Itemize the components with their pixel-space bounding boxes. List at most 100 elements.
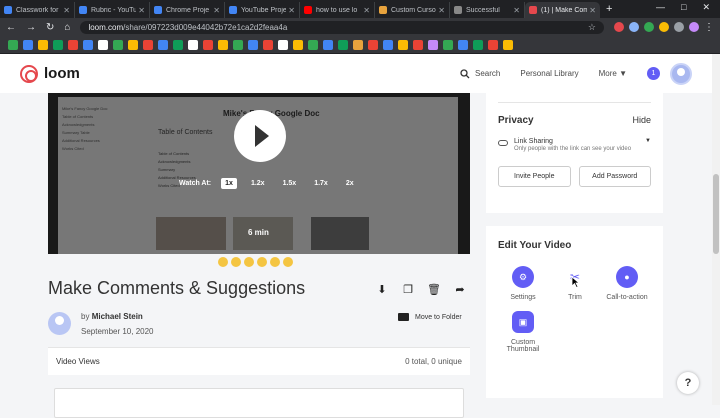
invite-people-button[interactable]: Invite People bbox=[498, 166, 571, 187]
speed-option[interactable]: 1x bbox=[221, 178, 237, 189]
bookmark-icon[interactable] bbox=[278, 39, 288, 50]
custom-thumbnail-tool[interactable]: ▣ Custom Thumbnail bbox=[498, 311, 548, 353]
bookmark-icon[interactable] bbox=[248, 39, 258, 50]
bookmark-icon[interactable] bbox=[473, 39, 483, 50]
browser-tab[interactable]: how to use lo ✕ bbox=[300, 2, 375, 18]
close-tab-icon[interactable]: ✕ bbox=[213, 6, 220, 15]
close-tab-icon[interactable]: ✕ bbox=[438, 6, 445, 15]
menu-dots-icon[interactable]: ⋮ bbox=[704, 22, 714, 33]
page-scrollbar[interactable] bbox=[712, 54, 720, 405]
bookmark-icon[interactable] bbox=[218, 39, 228, 50]
bookmark-icon[interactable] bbox=[188, 39, 198, 50]
comment-box[interactable] bbox=[54, 388, 464, 418]
thumbs-up-emoji-icon[interactable] bbox=[270, 257, 280, 267]
laugh-emoji-icon[interactable] bbox=[218, 257, 228, 267]
thumbs-down-emoji-icon[interactable] bbox=[283, 257, 293, 267]
copy-icon[interactable]: ❐ bbox=[400, 281, 416, 297]
scrollbar-thumb[interactable] bbox=[713, 174, 719, 254]
help-button[interactable]: ? bbox=[677, 372, 699, 394]
browser-tab[interactable]: Classwork for ✕ bbox=[0, 2, 75, 18]
trash-icon[interactable]: 🗑 bbox=[426, 281, 442, 297]
bookmark-icon[interactable] bbox=[68, 39, 78, 50]
bookmark-icon[interactable] bbox=[143, 39, 153, 50]
extension-icon[interactable] bbox=[674, 22, 684, 32]
close-tab-icon[interactable]: ✕ bbox=[138, 6, 145, 15]
bookmark-icon[interactable] bbox=[488, 39, 498, 50]
more-menu[interactable]: More ▼ bbox=[599, 69, 627, 78]
close-window-icon[interactable]: ✕ bbox=[702, 2, 710, 13]
extension-icon[interactable] bbox=[644, 22, 654, 32]
author-name[interactable]: Michael Stein bbox=[92, 312, 143, 321]
bookmark-icon[interactable] bbox=[98, 39, 108, 50]
bookmark-icon[interactable] bbox=[428, 39, 438, 50]
settings-tool[interactable]: ⚙ Settings bbox=[498, 266, 548, 301]
browser-tab[interactable]: (1) | Make Com ✕ bbox=[525, 2, 600, 18]
bookmark-icon[interactable] bbox=[443, 39, 453, 50]
link-sharing-select[interactable]: Link Sharing Only people with the link c… bbox=[498, 138, 651, 154]
call-to-action-tool[interactable]: ● Call-to-action bbox=[602, 266, 652, 301]
speed-option[interactable]: 1.5x bbox=[279, 178, 301, 189]
new-tab-button[interactable]: + bbox=[606, 3, 612, 15]
heart-eyes-emoji-icon[interactable] bbox=[231, 257, 241, 267]
maximize-icon[interactable]: □ bbox=[681, 2, 686, 13]
bookmark-icon[interactable] bbox=[173, 39, 183, 50]
bookmark-icon[interactable] bbox=[458, 39, 468, 50]
close-tab-icon[interactable]: ✕ bbox=[513, 6, 520, 15]
minimize-icon[interactable]: — bbox=[656, 2, 665, 13]
bookmark-icon[interactable] bbox=[8, 39, 18, 50]
bookmark-icon[interactable] bbox=[353, 39, 363, 50]
clap-emoji-icon[interactable] bbox=[257, 257, 267, 267]
bookmark-icon[interactable] bbox=[398, 39, 408, 50]
back-icon[interactable]: ← bbox=[6, 22, 16, 33]
browser-tab[interactable]: Chrome Proje ✕ bbox=[150, 2, 225, 18]
bookmark-icon[interactable] bbox=[128, 39, 138, 50]
close-tab-icon[interactable]: ✕ bbox=[589, 6, 596, 15]
bookmark-icon[interactable] bbox=[203, 39, 213, 50]
search-link[interactable]: Search bbox=[460, 68, 500, 79]
bookmark-icon[interactable] bbox=[368, 39, 378, 50]
bookmark-icon[interactable] bbox=[53, 39, 63, 50]
add-password-button[interactable]: Add Password bbox=[578, 166, 651, 187]
bookmark-icon[interactable] bbox=[38, 39, 48, 50]
speed-option[interactable]: 1.7x bbox=[310, 178, 332, 189]
bookmark-icon[interactable] bbox=[323, 39, 333, 50]
close-tab-icon[interactable]: ✕ bbox=[288, 6, 295, 15]
extension-icon[interactable] bbox=[614, 22, 624, 32]
move-to-folder-button[interactable]: Move to Folder bbox=[398, 313, 462, 321]
personal-library-link[interactable]: Personal Library bbox=[520, 69, 578, 78]
notification-badge[interactable]: 1 bbox=[647, 67, 660, 80]
browser-tab[interactable]: YouTube Proje ✕ bbox=[225, 2, 300, 18]
bookmark-icon[interactable] bbox=[113, 39, 123, 50]
extension-icon[interactable] bbox=[659, 22, 669, 32]
share-icon[interactable]: ➦ bbox=[452, 281, 468, 297]
bookmark-star-icon[interactable]: ☆ bbox=[588, 22, 596, 33]
play-button[interactable] bbox=[234, 110, 286, 162]
speed-option[interactable]: 1.2x bbox=[247, 178, 269, 189]
bookmark-icon[interactable] bbox=[158, 39, 168, 50]
reload-icon[interactable]: ↻ bbox=[46, 22, 54, 33]
close-tab-icon[interactable]: ✕ bbox=[63, 6, 70, 15]
browser-tab[interactable]: Successful ✕ bbox=[450, 2, 525, 18]
bookmark-icon[interactable] bbox=[293, 39, 303, 50]
forward-icon[interactable]: → bbox=[26, 22, 36, 33]
user-avatar[interactable] bbox=[670, 62, 692, 85]
bookmark-icon[interactable] bbox=[503, 39, 513, 50]
surprised-emoji-icon[interactable] bbox=[244, 257, 254, 267]
bookmark-icon[interactable] bbox=[413, 39, 423, 50]
bookmark-icon[interactable] bbox=[83, 39, 93, 50]
browser-tab[interactable]: Rubric - YouTu ✕ bbox=[75, 2, 150, 18]
bookmark-icon[interactable] bbox=[383, 39, 393, 50]
video-player[interactable]: Mike's Fancy Google Doc Table of Contents… bbox=[48, 93, 470, 254]
download-icon[interactable]: ⬇ bbox=[374, 281, 390, 297]
speed-option[interactable]: 2x bbox=[342, 178, 358, 189]
extension-icon[interactable] bbox=[629, 22, 639, 32]
bookmark-icon[interactable] bbox=[338, 39, 348, 50]
bookmark-icon[interactable] bbox=[263, 39, 273, 50]
home-icon[interactable]: ⌂ bbox=[64, 22, 70, 33]
address-bar[interactable]: loom.com/share/097223d009e44042b72e1ca2d… bbox=[80, 20, 604, 34]
bookmark-icon[interactable] bbox=[23, 39, 33, 50]
bookmark-icon[interactable] bbox=[233, 39, 243, 50]
browser-tab[interactable]: Custom Cursor ✕ bbox=[375, 2, 450, 18]
bookmark-icon[interactable] bbox=[308, 39, 318, 50]
hide-link[interactable]: Hide bbox=[632, 115, 651, 126]
